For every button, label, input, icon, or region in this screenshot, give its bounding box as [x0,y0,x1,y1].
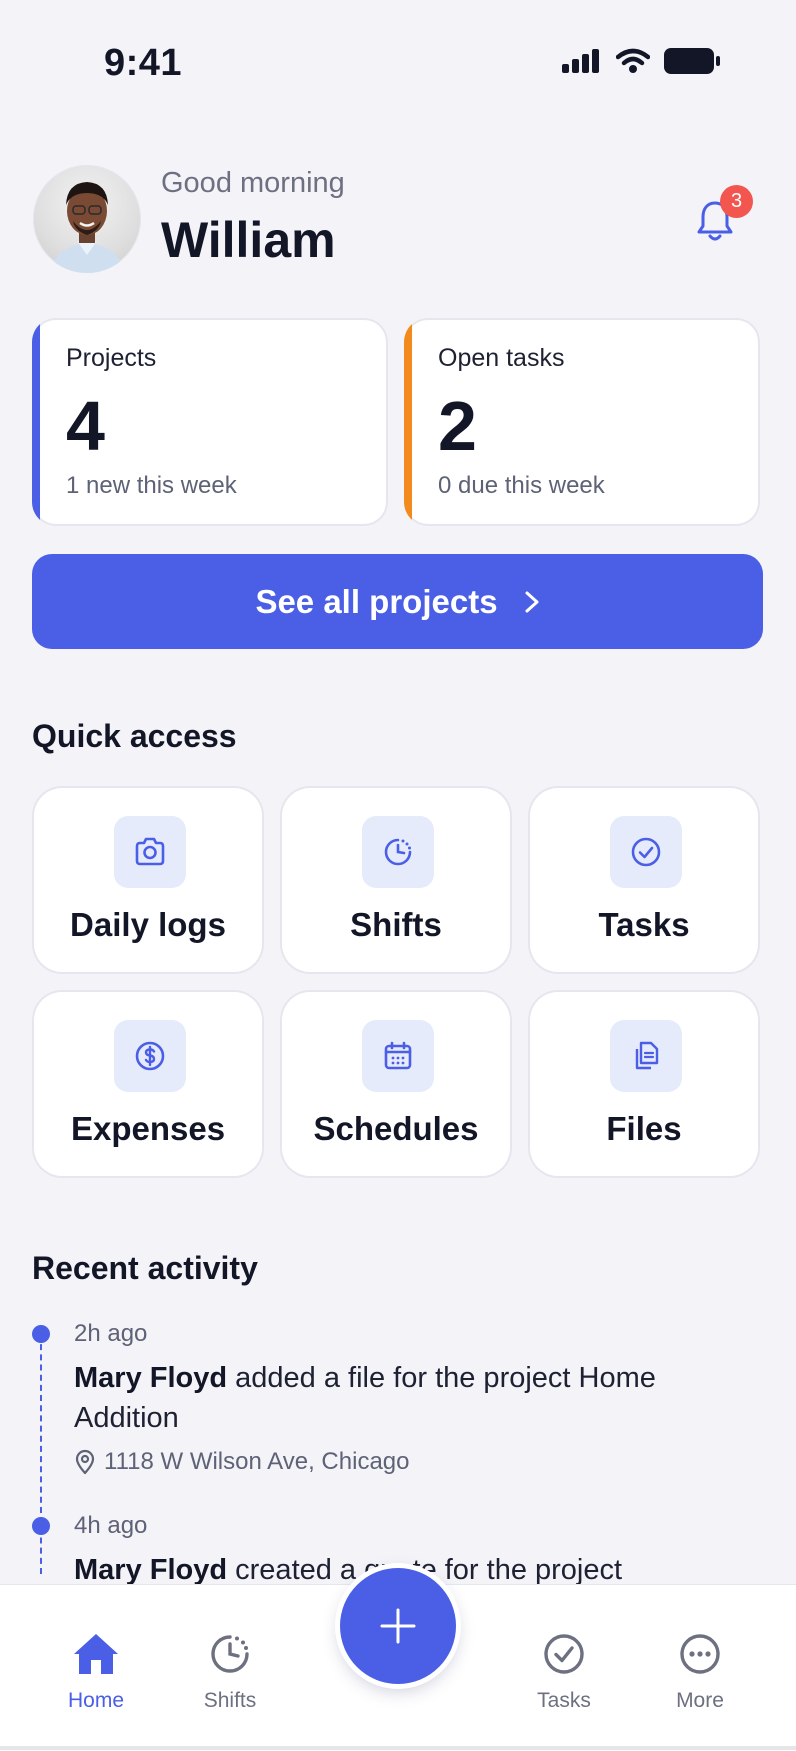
tile-label: Expenses [70,1110,226,1147]
stat-label: Projects [66,344,157,372]
more-icon [680,1634,720,1674]
projects-stat-card[interactable]: Projects 4 1 new this week [32,318,388,526]
battery-icon [664,48,720,74]
quick-access-shifts[interactable]: Shifts [280,786,512,974]
stat-label: Open tasks [438,344,565,372]
avatar[interactable] [33,165,141,273]
card-accent-stripe [32,318,40,526]
add-button[interactable] [340,1568,456,1684]
home-icon [74,1634,118,1674]
tab-more[interactable]: More [640,1629,760,1713]
tab-shifts[interactable]: Shifts [170,1629,290,1713]
check-circle-icon [631,837,661,867]
timeline-dot [32,1517,50,1535]
tile-icon-box [114,1020,186,1092]
quick-access-schedules[interactable]: Schedules [280,990,512,1178]
tab-label: Tasks [537,1689,591,1712]
activity-text[interactable]: Mary Floyd added a file for the project … [74,1358,734,1438]
clock-icon [384,838,412,866]
tab-label: Shifts [203,1689,257,1712]
user-name: William [161,212,336,268]
tab-label: Home [67,1689,125,1712]
tile-label: Files [606,1110,682,1147]
tab-home[interactable]: Home [36,1629,156,1713]
calendar-icon [384,1041,412,1070]
quick-access-title: Quick access [32,718,237,754]
tile-icon-box [362,1020,434,1092]
activity-feed: 2h ago Mary Floyd added a file for the p… [32,1320,752,1584]
tile-icon-box [610,1020,682,1092]
signal-icon [562,49,599,73]
activity-time: 4h ago [74,1512,148,1539]
files-icon [635,1041,659,1070]
tile-label: Schedules [313,1110,479,1147]
see-all-label: See all projects [255,582,498,620]
timeline-line [40,1334,42,1574]
tile-label: Tasks [598,906,690,943]
camera-icon [135,837,165,866]
greeting-header: Good morning William 3 [33,165,763,275]
open-tasks-stat-card[interactable]: Open tasks 2 0 due this week [404,318,760,526]
dollar-icon [135,1041,165,1071]
tile-label: Daily logs [70,906,226,943]
quick-access-daily-logs[interactable]: Daily logs [32,786,264,974]
status-time: 9:41 [104,42,183,84]
stat-value: 2 [438,387,477,465]
status-icons [562,48,720,74]
activity-location-text: 1118 W Wilson Ave, Chicago [104,1448,410,1475]
activity-actor: Mary Floyd [74,1554,228,1584]
stat-subtext: 0 due this week [438,472,605,499]
check-circle-icon [544,1634,584,1674]
activity-time: 2h ago [74,1320,148,1347]
quick-access-tasks[interactable]: Tasks [528,786,760,974]
clock-icon [211,1635,249,1673]
card-accent-stripe [404,318,412,526]
stat-value: 4 [66,387,105,465]
tab-tasks[interactable]: Tasks [504,1629,624,1713]
stat-subtext: 1 new this week [66,472,237,499]
see-all-projects-button[interactable]: See all projects [32,554,763,649]
notification-badge: 3 [720,185,753,218]
greeting-text: Good morning [161,167,345,199]
plus-icon [380,1608,416,1644]
activity-location: 1118 W Wilson Ave, Chicago [74,1448,409,1476]
tile-icon-box [610,816,682,888]
timeline-dot [32,1325,50,1343]
bottom-edge [0,1746,796,1750]
recent-activity-title: Recent activity [32,1250,258,1286]
quick-access-files[interactable]: Files [528,990,760,1178]
chevron-right-icon [525,591,539,612]
quick-access-expenses[interactable]: Expenses [32,990,264,1178]
map-pin-icon [75,1449,95,1475]
wifi-icon [616,48,650,73]
tile-icon-box [114,816,186,888]
tab-label: More [676,1689,724,1712]
status-bar: 9:41 [0,0,796,130]
activity-actor: Mary Floyd [74,1362,228,1394]
avatar-portrait [51,182,123,273]
tile-label: Shifts [350,906,442,943]
tile-icon-box [362,816,434,888]
